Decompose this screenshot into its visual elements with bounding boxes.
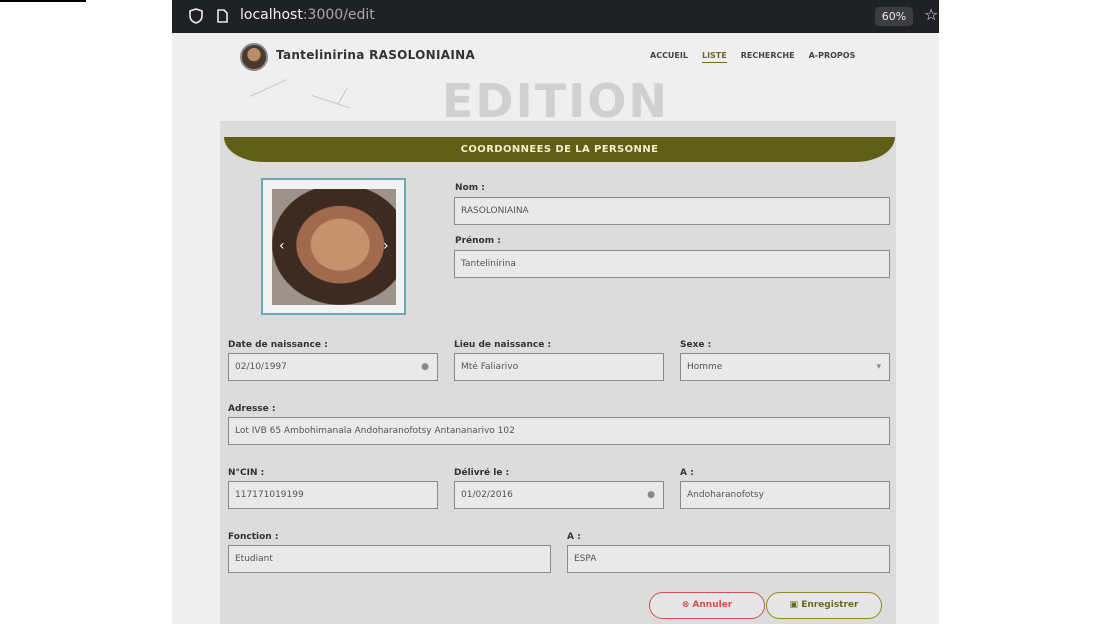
- profile-photo: [272, 189, 396, 305]
- date-naissance-value: 02/10/1997: [235, 362, 287, 372]
- calendar-icon[interactable]: ●: [647, 482, 655, 508]
- chevron-left-icon[interactable]: ‹: [279, 238, 285, 254]
- zoom-badge[interactable]: 60%: [875, 7, 913, 26]
- nav-liste[interactable]: LISTE: [701, 51, 727, 63]
- address-bar[interactable]: localhost:3000/edit 60% ☆: [172, 0, 939, 33]
- page-edge: [0, 0, 86, 2]
- date-naissance-label: Date de naissance :: [228, 340, 328, 350]
- browser-frame: localhost:3000/edit 60% ☆ Tantelinirina …: [172, 0, 939, 624]
- delivre-input[interactable]: 01/02/2016 ●: [454, 481, 664, 509]
- url-path: :3000/edit: [302, 7, 375, 23]
- background-line: [337, 87, 348, 106]
- save-icon: ▣: [789, 600, 802, 610]
- nom-input[interactable]: RASOLONIAINA: [454, 197, 890, 225]
- delivre-label: Délivré le :: [454, 468, 510, 478]
- chevron-right-icon[interactable]: ›: [383, 238, 389, 254]
- cancel-label: Annuler: [692, 600, 733, 610]
- a-fonction-label: A :: [567, 532, 581, 542]
- url-text[interactable]: localhost:3000/edit: [240, 7, 375, 23]
- page-icon: [217, 9, 228, 23]
- cancel-icon: ⊗: [681, 600, 693, 610]
- photo-carousel[interactable]: ‹ ›: [261, 178, 406, 315]
- cin-input[interactable]: 117171019199: [228, 481, 438, 509]
- sexe-label: Sexe :: [680, 340, 712, 350]
- adresse-input[interactable]: Lot IVB 65 Ambohimanala Andoharanofotsy …: [228, 417, 890, 445]
- background-line: [311, 95, 351, 109]
- save-label: Enregistrer: [801, 600, 859, 610]
- bookmark-star-icon[interactable]: ☆: [924, 5, 938, 24]
- lieu-naissance-input[interactable]: Mté Faliarivo: [454, 353, 664, 381]
- nav-recherche[interactable]: RECHERCHE: [741, 51, 795, 63]
- brand-name[interactable]: Tantelinirina RASOLONIAINA: [276, 48, 475, 62]
- date-naissance-input[interactable]: 02/10/1997 ●: [228, 353, 438, 381]
- nav-accueil[interactable]: ACCUEIL: [650, 51, 688, 63]
- adresse-label: Adresse :: [228, 404, 276, 414]
- cin-label: N°CIN :: [228, 468, 265, 478]
- url-host: localhost: [240, 7, 303, 23]
- prenom-label: Prénom :: [455, 236, 501, 246]
- sexe-value: Homme: [687, 362, 723, 372]
- avatar: [240, 43, 268, 71]
- fonction-input[interactable]: Etudiant: [228, 545, 551, 573]
- a-cin-input[interactable]: Andoharanofotsy: [680, 481, 890, 509]
- a-cin-label: A :: [680, 468, 694, 478]
- delivre-value: 01/02/2016: [461, 490, 513, 500]
- nav-a-propos[interactable]: A-PROPOS: [809, 51, 856, 63]
- fonction-label: Fonction :: [228, 532, 279, 542]
- calendar-icon[interactable]: ●: [421, 354, 429, 380]
- lieu-naissance-label: Lieu de naissance :: [454, 340, 552, 350]
- cancel-button[interactable]: ⊗ Annuler: [649, 592, 765, 619]
- shield-icon: [189, 8, 203, 24]
- sexe-select[interactable]: Homme ▾: [680, 353, 890, 381]
- nom-label: Nom :: [455, 183, 485, 193]
- a-fonction-input[interactable]: ESPA: [567, 545, 890, 573]
- save-button[interactable]: ▣ Enregistrer: [766, 592, 882, 619]
- chevron-down-icon: ▾: [876, 362, 881, 372]
- section-banner: COORDONNEES DE LA PERSONNE: [224, 137, 895, 162]
- page-title: EDITION: [442, 74, 669, 128]
- prenom-input[interactable]: Tantelinirina: [454, 250, 890, 278]
- main-nav: ACCUEIL LISTE RECHERCHE A-PROPOS: [650, 51, 855, 63]
